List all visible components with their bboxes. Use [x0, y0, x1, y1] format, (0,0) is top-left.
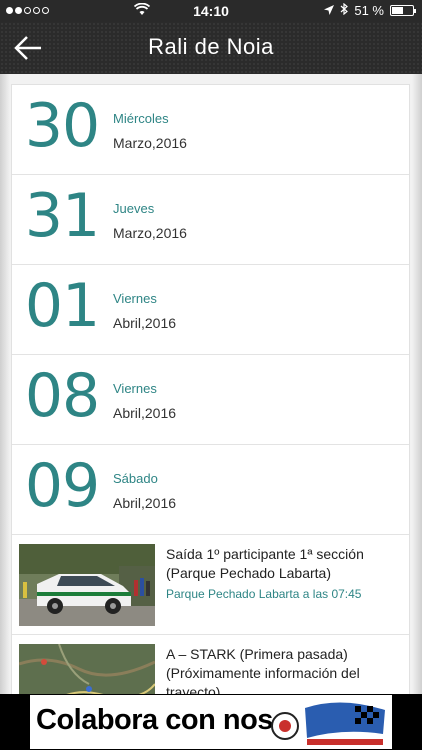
day-number: 09: [24, 451, 100, 521]
date-header-row[interactable]: 09 Sábado Abril,2016: [12, 445, 409, 535]
battery-percent: 51 %: [354, 3, 384, 18]
month-year-label: Abril,2016: [113, 495, 177, 511]
bluetooth-icon: [340, 2, 349, 18]
date-header-row[interactable]: 01 Viernes Abril,2016: [12, 265, 409, 355]
sponsor-banner[interactable]: Colabora con nos: [0, 694, 422, 750]
event-list-item[interactable]: Saída 1º participante 1ª sección (Parque…: [12, 535, 409, 635]
event-title: A – STARK (Primera pasada) (Próximamente…: [166, 646, 360, 694]
date-header-row[interactable]: 31 Jueves Marzo,2016: [12, 175, 409, 265]
day-number: 08: [24, 361, 100, 431]
rally-logo: [271, 698, 389, 746]
month-year-label: Abril,2016: [113, 315, 177, 331]
weekday-label: Sábado: [113, 471, 158, 486]
status-bar: 14:10 51 %: [0, 0, 422, 22]
battery-icon: [390, 5, 416, 16]
weekday-label: Miércoles: [113, 111, 169, 126]
page-title: Rali de Noia: [148, 34, 274, 59]
event-list-item[interactable]: A – STARK (Primera pasada) (Próximamente…: [12, 635, 409, 694]
date-header-row[interactable]: 08 Viernes Abril,2016: [12, 355, 409, 445]
month-year-label: Marzo,2016: [113, 225, 187, 241]
day-number: 01: [24, 271, 100, 341]
month-year-label: Marzo,2016: [113, 135, 187, 151]
content-area[interactable]: 30 Miércoles Marzo,2016 31 Jueves Marzo,…: [0, 74, 422, 694]
weekday-label: Viernes: [113, 291, 157, 306]
month-year-label: Abril,2016: [113, 405, 177, 421]
date-header-row[interactable]: 30 Miércoles Marzo,2016: [12, 85, 409, 175]
event-title: Saída 1º participante 1ª sección (Parque…: [166, 546, 364, 581]
banner-text: Colabora con nos: [36, 704, 273, 736]
schedule-list: 30 Miércoles Marzo,2016 31 Jueves Marzo,…: [11, 84, 410, 694]
day-number: 30: [24, 91, 100, 161]
day-number: 31: [24, 181, 100, 251]
weekday-label: Viernes: [113, 381, 157, 396]
weekday-label: Jueves: [113, 201, 155, 216]
event-location-time: Parque Pechado Labarta a las 07:45: [166, 587, 362, 601]
location-icon: [324, 3, 335, 18]
rally-car-photo: [19, 544, 155, 626]
route-map-image: [19, 644, 155, 694]
navigation-bar: Rali de Noia: [0, 22, 422, 74]
